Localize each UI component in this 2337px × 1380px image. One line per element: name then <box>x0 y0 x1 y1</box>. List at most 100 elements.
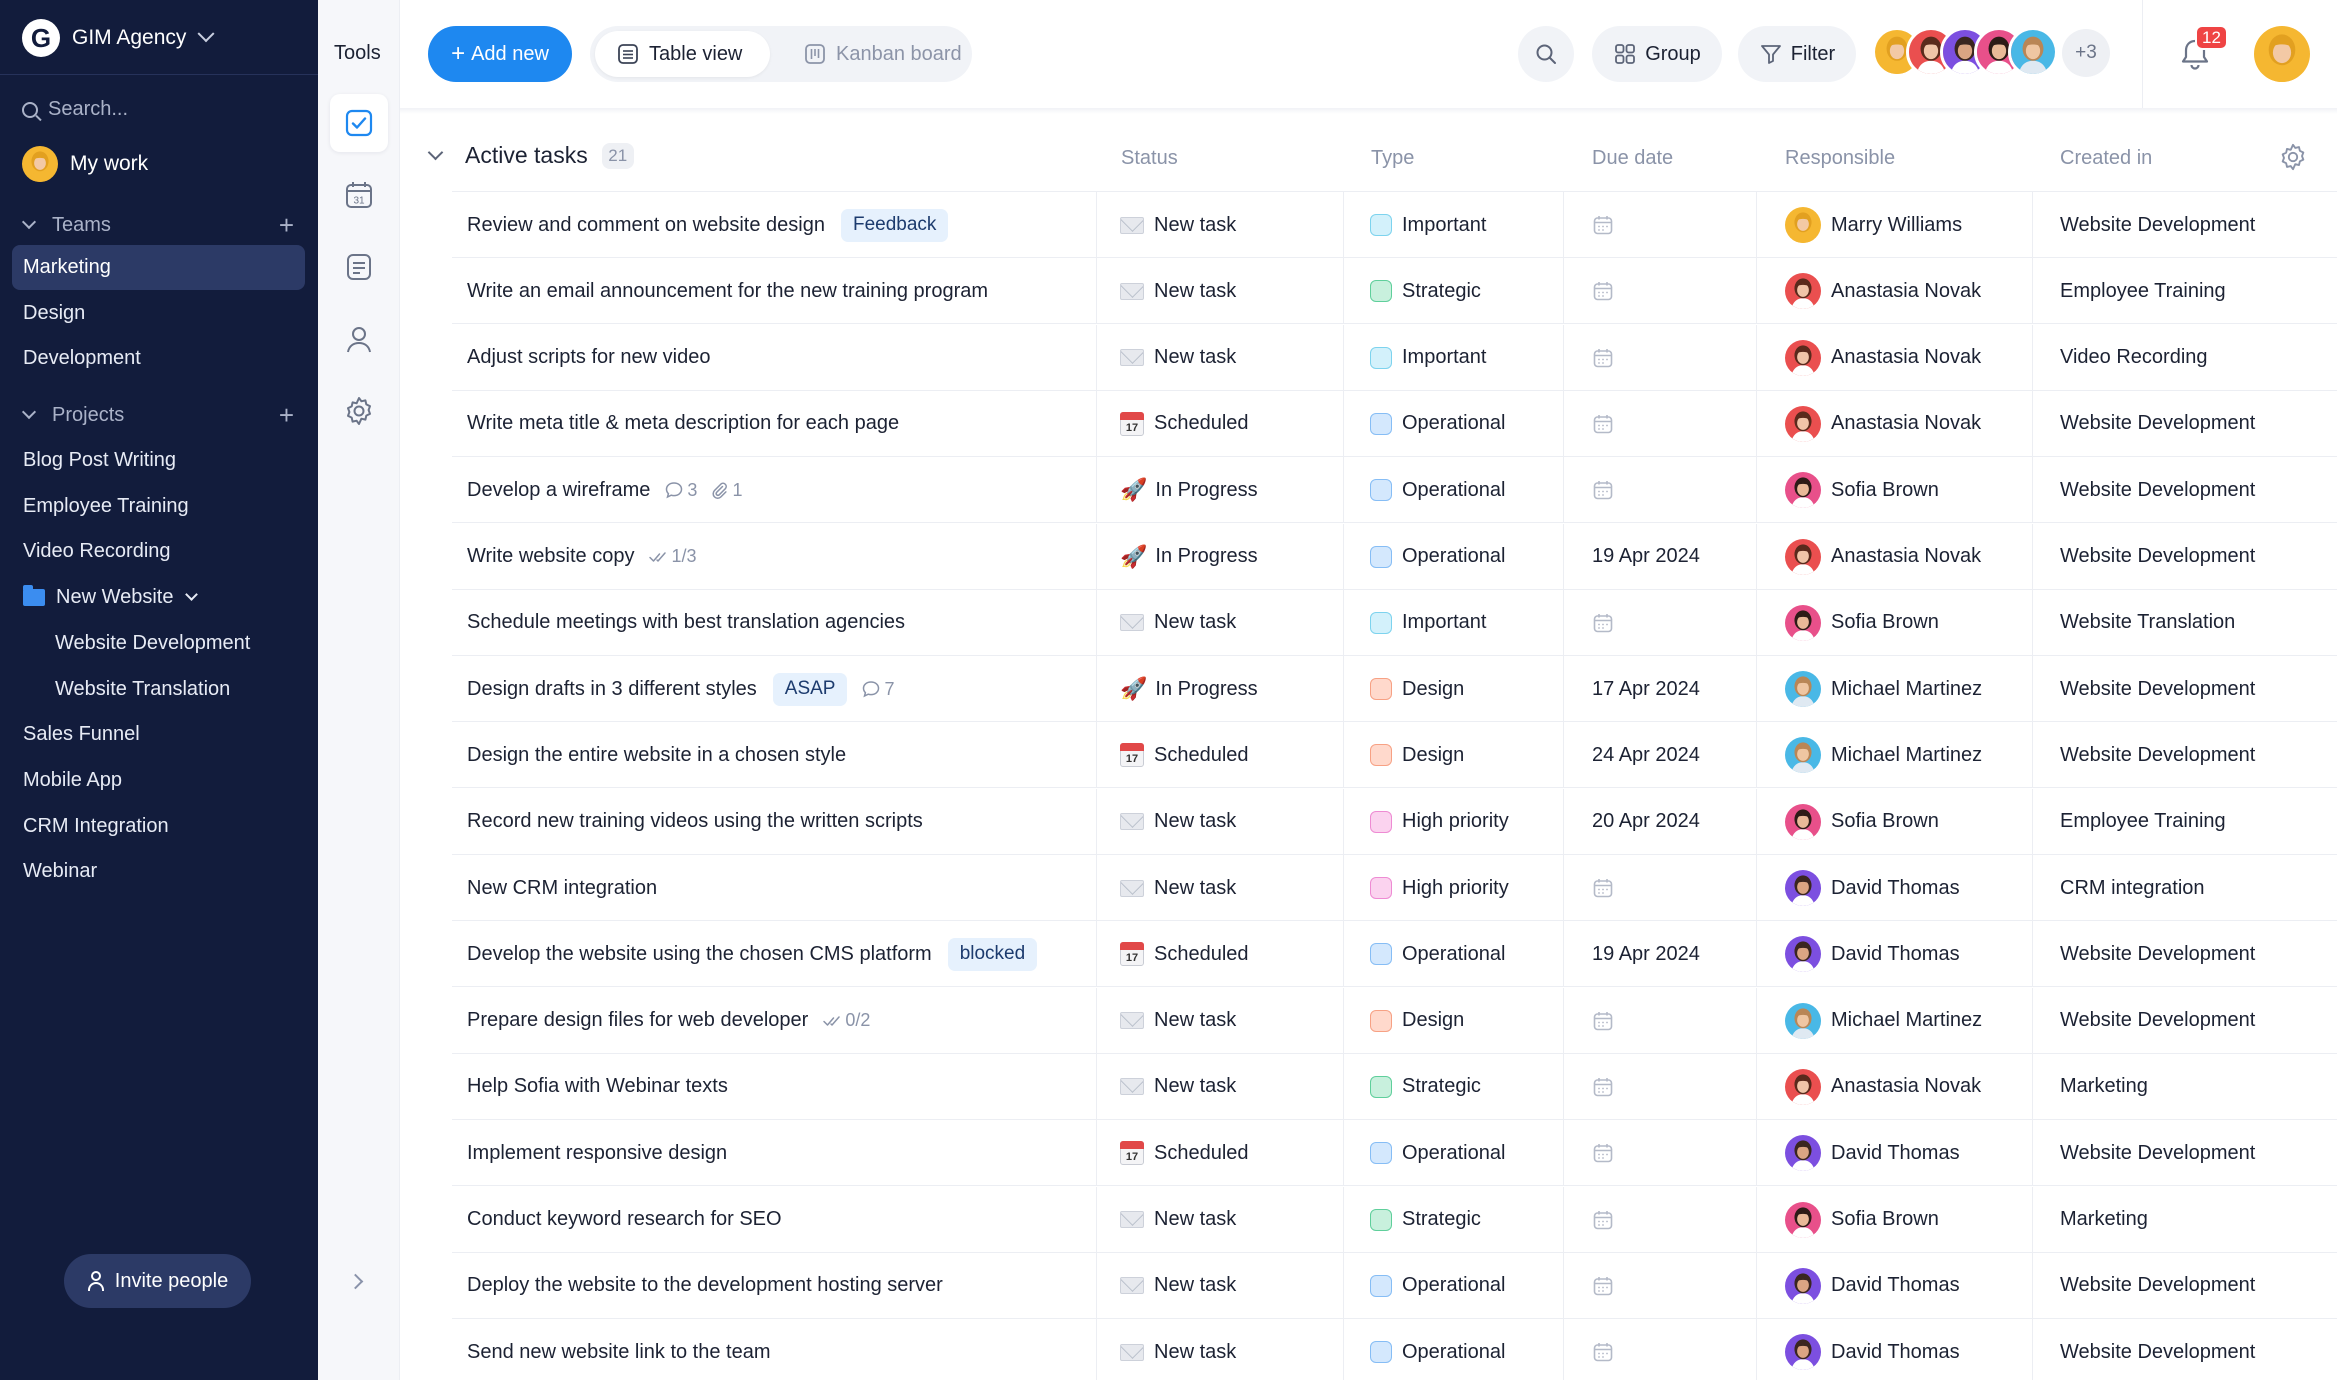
type-cell[interactable]: Strategic <box>1370 1054 1481 1120</box>
due-date-cell[interactable] <box>1592 855 1614 921</box>
table-row[interactable]: Schedule meetings with best translation … <box>452 589 2337 656</box>
created-in-cell[interactable]: Website Development <box>2060 457 2255 523</box>
status-cell[interactable]: New task <box>1120 590 1236 656</box>
add-new-button[interactable]: + Add new <box>428 26 572 82</box>
table-row[interactable]: Send new website link to the team New tas… <box>452 1319 2337 1380</box>
status-cell[interactable]: 17 Scheduled <box>1120 722 1249 788</box>
type-cell[interactable]: High priority <box>1370 855 1509 921</box>
responsible-cell[interactable]: Anastasia Novak <box>1785 258 1981 324</box>
calendar-icon[interactable] <box>1592 1275 1614 1297</box>
type-cell[interactable]: Design <box>1370 656 1464 722</box>
task-title-cell[interactable]: Help Sofia with Webinar texts <box>467 1054 728 1120</box>
table-row[interactable]: Write meta title & meta description for … <box>452 390 2337 457</box>
due-date-cell[interactable]: 17 Apr 2024 <box>1592 656 1700 722</box>
tool-calendar[interactable]: 31 <box>330 166 388 224</box>
member-avatar[interactable] <box>2008 27 2058 77</box>
workspace-switcher[interactable]: G GIM Agency <box>22 18 215 58</box>
type-cell[interactable]: Operational <box>1370 921 1505 987</box>
due-date-cell[interactable] <box>1592 1319 1614 1380</box>
created-in-cell[interactable]: Website Development <box>2060 1319 2255 1380</box>
created-in-cell[interactable]: Marketing <box>2060 1187 2148 1253</box>
type-cell[interactable]: Operational <box>1370 1120 1505 1186</box>
created-in-cell[interactable]: Employee Training <box>2060 258 2226 324</box>
sidebar-item-marketing[interactable]: Marketing <box>12 245 305 290</box>
task-title-cell[interactable]: Design the entire website in a chosen st… <box>467 722 846 788</box>
calendar-icon[interactable] <box>1592 1142 1614 1164</box>
responsible-cell[interactable]: Michael Martinez <box>1785 988 1982 1054</box>
task-title-cell[interactable]: Write website copy 1/3 <box>467 524 697 590</box>
group-button[interactable]: Group <box>1592 26 1722 82</box>
table-row[interactable]: Prepare design files for web developer 0/… <box>452 987 2337 1054</box>
responsible-cell[interactable]: Sofia Brown <box>1785 457 1939 523</box>
status-cell[interactable]: New task <box>1120 325 1236 391</box>
created-in-cell[interactable]: Employee Training <box>2060 789 2226 855</box>
responsible-cell[interactable]: David Thomas <box>1785 1319 1960 1380</box>
task-title-cell[interactable]: Adjust scripts for new video <box>467 325 710 391</box>
responsible-cell[interactable]: David Thomas <box>1785 1253 1960 1319</box>
created-in-cell[interactable]: Website Translation <box>2060 590 2235 656</box>
status-cell[interactable]: New task <box>1120 1187 1236 1253</box>
table-row[interactable]: Deploy the website to the development ho… <box>452 1252 2337 1319</box>
created-in-cell[interactable]: Website Development <box>2060 1120 2255 1186</box>
status-cell[interactable]: New task <box>1120 1253 1236 1319</box>
calendar-icon[interactable] <box>1592 413 1614 435</box>
task-title-cell[interactable]: Write meta title & meta description for … <box>467 391 899 457</box>
table-row[interactable]: Review and comment on website design Feed… <box>452 192 2337 258</box>
responsible-cell[interactable]: Anastasia Novak <box>1785 391 1981 457</box>
calendar-icon[interactable] <box>1592 214 1614 236</box>
task-tag[interactable]: blocked <box>947 937 1038 971</box>
status-cell[interactable]: 17 Scheduled <box>1120 391 1249 457</box>
filter-button[interactable]: Filter <box>1738 26 1856 82</box>
task-title-cell[interactable]: Implement responsive design <box>467 1120 727 1186</box>
checklist-progress[interactable]: 0/2 <box>822 1010 870 1031</box>
checklist-progress[interactable]: 1/3 <box>648 546 697 567</box>
status-cell[interactable]: 🚀 In Progress <box>1120 656 1258 722</box>
due-date-cell[interactable] <box>1592 391 1614 457</box>
responsible-cell[interactable]: Anastasia Novak <box>1785 325 1981 391</box>
due-date-cell[interactable] <box>1592 192 1614 258</box>
task-tag[interactable]: Feedback <box>840 208 949 242</box>
sidebar-item-website-development[interactable]: Website Development <box>12 621 305 666</box>
due-date-cell[interactable] <box>1592 1120 1614 1186</box>
calendar-icon[interactable] <box>1592 1341 1614 1363</box>
responsible-cell[interactable]: David Thomas <box>1785 921 1960 987</box>
task-title-cell[interactable]: Develop a wireframe 3 1 <box>467 457 742 523</box>
invite-people-button[interactable]: Invite people <box>64 1254 251 1308</box>
calendar-icon[interactable] <box>1592 877 1614 899</box>
my-work-link[interactable]: My work <box>22 146 148 182</box>
task-title-cell[interactable]: Send new website link to the team <box>467 1319 771 1380</box>
status-cell[interactable]: New task <box>1120 988 1236 1054</box>
table-row[interactable]: New CRM integration New task High priority… <box>452 855 2337 921</box>
type-cell[interactable]: Operational <box>1370 1319 1505 1380</box>
responsible-cell[interactable]: Sofia Brown <box>1785 789 1939 855</box>
tab-kanban-board[interactable]: Kanban board <box>782 31 962 77</box>
due-date-cell[interactable] <box>1592 988 1614 1054</box>
table-row[interactable]: Design the entire website in a chosen st… <box>452 722 2337 789</box>
calendar-icon[interactable] <box>1592 1209 1614 1231</box>
tab-table-view[interactable]: Table view <box>595 31 770 77</box>
sidebar-item-new-website[interactable]: New Website <box>12 575 305 620</box>
responsible-cell[interactable]: Sofia Brown <box>1785 1187 1939 1253</box>
type-cell[interactable]: Design <box>1370 988 1464 1054</box>
add-project-icon[interactable]: + <box>279 402 294 428</box>
column-header-type[interactable]: Type <box>1371 147 1414 170</box>
comments-count[interactable]: 7 <box>861 679 895 700</box>
created-in-cell[interactable]: Website Development <box>2060 722 2255 788</box>
task-title-cell[interactable]: New CRM integration <box>467 855 657 921</box>
sidebar-item-employee-training[interactable]: Employee Training <box>12 484 305 529</box>
due-date-cell[interactable] <box>1592 457 1614 523</box>
tool-contacts[interactable] <box>330 310 388 368</box>
status-cell[interactable]: 17 Scheduled <box>1120 921 1249 987</box>
responsible-cell[interactable]: David Thomas <box>1785 1120 1960 1186</box>
task-title-cell[interactable]: Review and comment on website design Feed… <box>467 192 949 258</box>
due-date-cell[interactable]: 20 Apr 2024 <box>1592 789 1700 855</box>
column-header-due-date[interactable]: Due date <box>1592 147 1673 170</box>
chevron-down-icon[interactable] <box>185 588 199 601</box>
type-cell[interactable]: Operational <box>1370 457 1505 523</box>
chevron-down-icon[interactable] <box>427 144 444 161</box>
status-cell[interactable]: 🚀 In Progress <box>1120 524 1258 590</box>
task-title-cell[interactable]: Write an email announcement for the new … <box>467 258 988 324</box>
responsible-cell[interactable]: Anastasia Novak <box>1785 1054 1981 1120</box>
sidebar-item-mobile-app[interactable]: Mobile App <box>12 758 305 803</box>
task-title-cell[interactable]: Prepare design files for web developer 0/… <box>467 988 870 1054</box>
